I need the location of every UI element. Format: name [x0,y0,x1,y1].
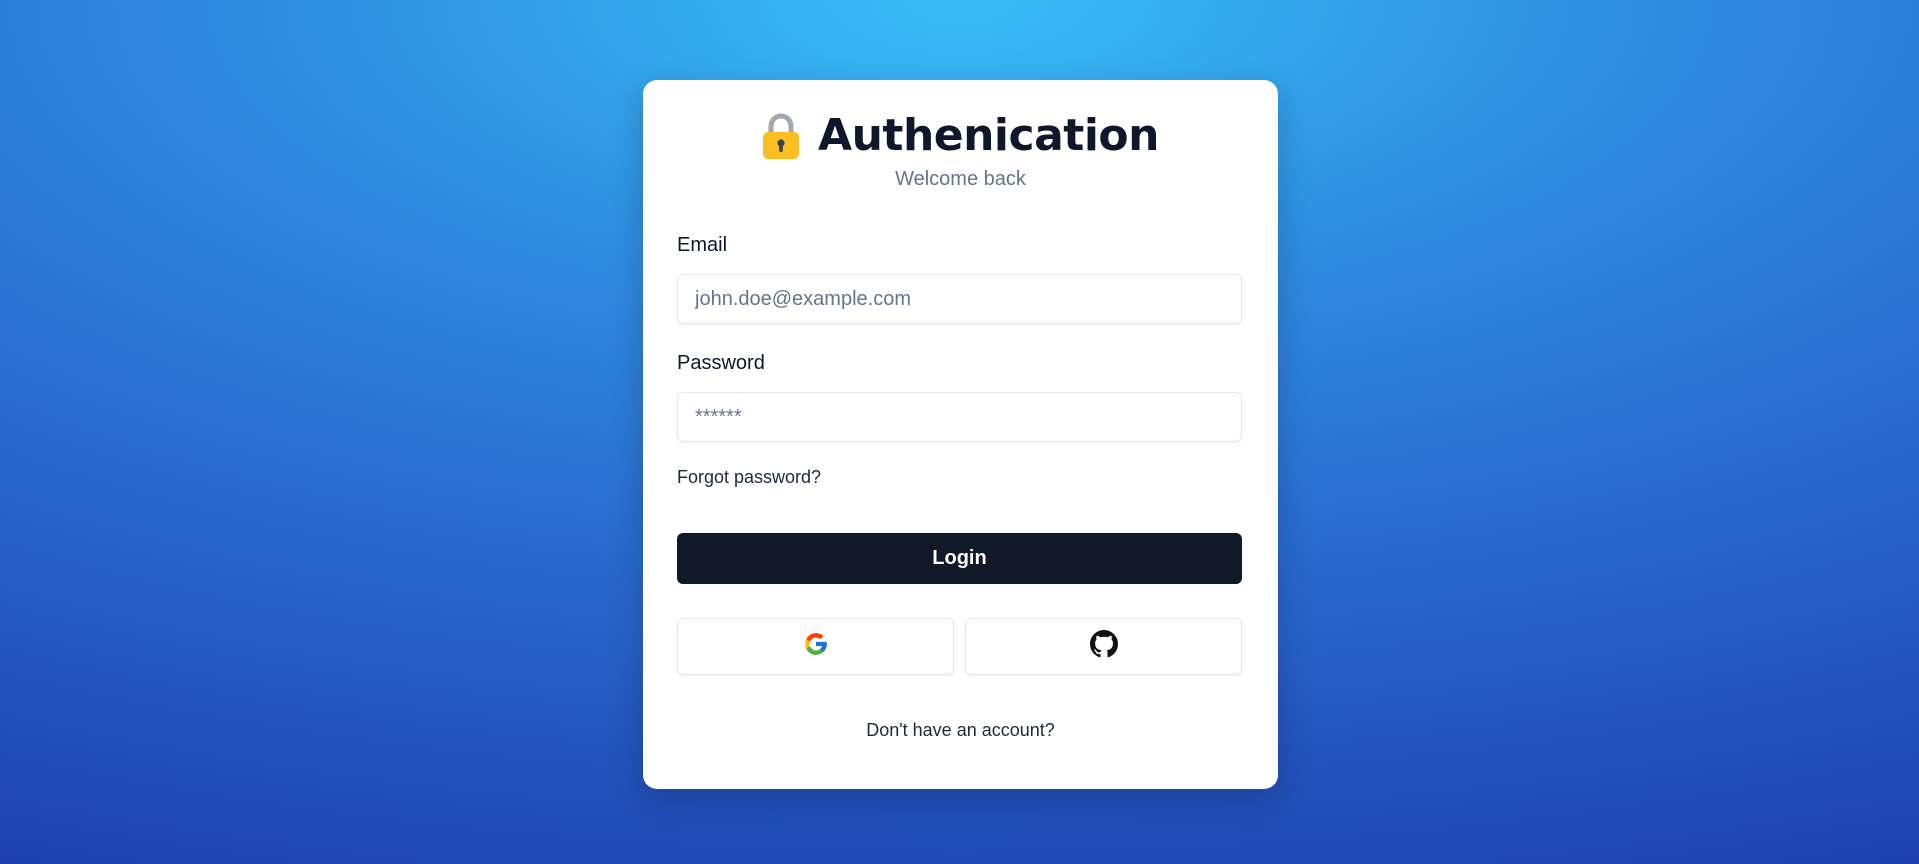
email-field[interactable] [677,274,1242,324]
google-icon [803,631,829,662]
google-login-button[interactable] [677,618,954,675]
page-subtitle: Welcome back [895,168,1026,190]
password-label: Password [677,352,765,374]
signup-link[interactable]: Don't have an account? [866,720,1055,740]
login-card: Authenication Welcome back Email Passwor… [643,80,1278,789]
page-title: Authenication [818,110,1159,161]
github-icon [1089,630,1118,663]
signup-prompt: Don't have an account? [643,720,1278,741]
card-header: Authenication [643,112,1278,160]
email-label: Email [677,234,728,256]
lock-icon [762,112,800,160]
forgot-password-link[interactable]: Forgot password? [677,467,821,488]
github-login-button[interactable] [965,618,1242,675]
login-button[interactable]: Login [677,533,1242,584]
password-field[interactable] [677,392,1242,442]
